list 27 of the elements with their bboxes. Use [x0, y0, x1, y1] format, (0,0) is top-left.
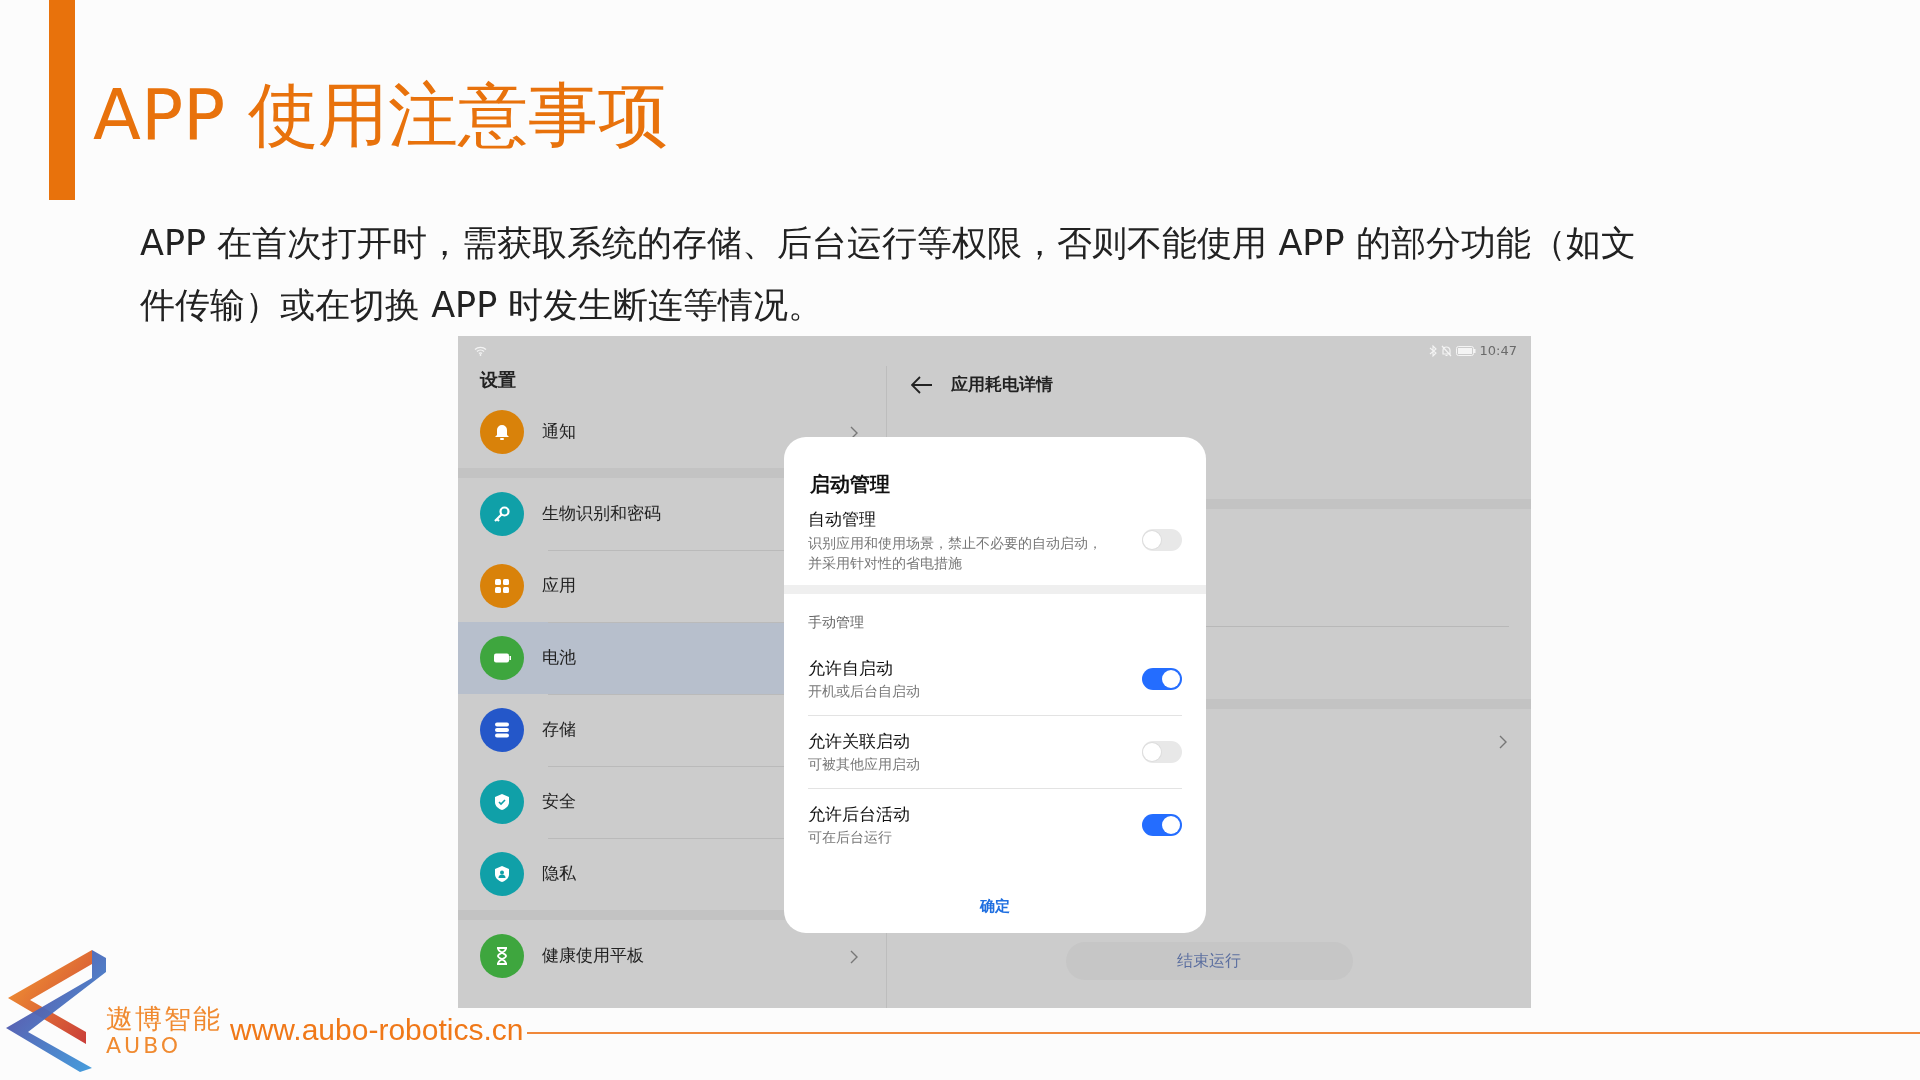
option-label: 允许关联启动 [808, 729, 911, 753]
dialog-title: 启动管理 [810, 471, 890, 497]
battery-icon [1455, 346, 1476, 356]
chevron-right-icon [850, 949, 858, 964]
option-label: 自动管理 [808, 508, 877, 531]
slide-paragraph: APP 在首次打开时，需获取系统的存储、后台运行等权限，否则不能使用 APP 的部分功能（如文件传输）或在切换 APP 时发生断连等情况。 [140, 222, 1637, 327]
settings-item[interactable]: 健康使用平板 [458, 920, 886, 992]
slide-title: APP 使用注意事项 [93, 73, 668, 157]
panel-title: 设置 [478, 368, 517, 392]
option-description: 识别应用和使用场景，禁止不必要的自动启动，并采用针对性的省电措施 [808, 533, 1103, 573]
option-label: 允许后台活动 [808, 802, 911, 826]
option-description: 可在后台运行 [808, 828, 893, 848]
brand-name: AUBO [106, 1033, 183, 1058]
option-description: 可被其他应用启动 [808, 755, 921, 775]
confirm-button[interactable]: 确定 [970, 890, 1020, 921]
back-arrow-icon[interactable] [911, 375, 933, 394]
toggle-switch[interactable] [1142, 813, 1182, 836]
wifi-icon [474, 346, 487, 356]
toggle-switch[interactable] [1142, 667, 1182, 690]
status-time: 10:47 [1479, 342, 1517, 361]
chevron-right-icon [1499, 735, 1507, 749]
toggle-switch[interactable] [1142, 528, 1182, 551]
bluetooth-icon [1428, 345, 1437, 357]
muted-bell-icon [1440, 345, 1452, 357]
toggle-switch[interactable] [1142, 740, 1182, 763]
page-title: 应用耗电详情 [951, 372, 1053, 396]
brand-name: 遨博智能 [106, 1004, 222, 1034]
